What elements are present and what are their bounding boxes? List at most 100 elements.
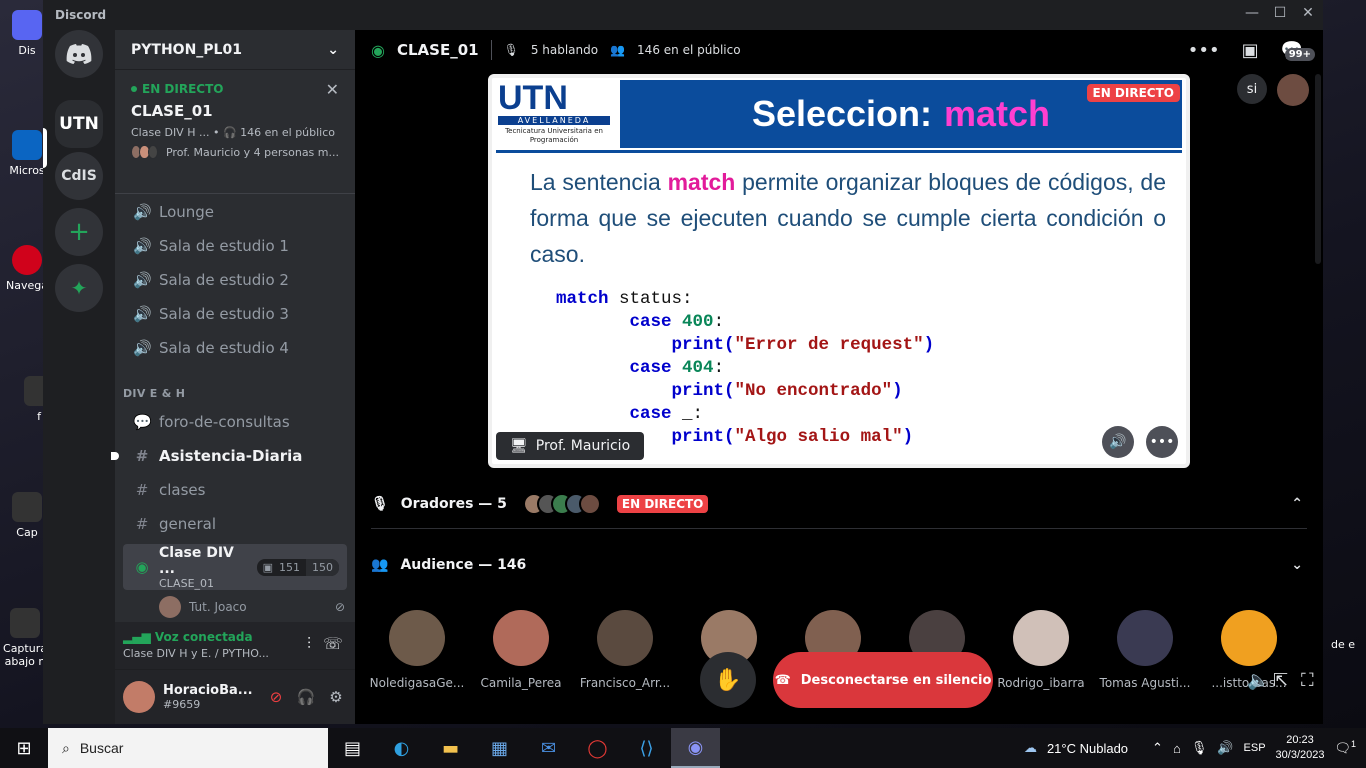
stage-live-tag: EN DIRECTO	[131, 82, 339, 96]
vscode-icon[interactable]: ⟨⟩	[622, 728, 671, 768]
audience-member[interactable]: Tomas Agusti...	[1093, 610, 1197, 690]
taskbar: ⊞ ⌕ Buscar ▤ ◐ ▬ ▦ ✉ ◯ ⟨⟩ ◉ ☁ 21°C Nublad…	[0, 728, 1366, 768]
audience-member[interactable]: Francisco_Arr...	[573, 610, 677, 690]
channel-sala-1[interactable]: 🔊 Sala de estudio 1	[123, 230, 347, 262]
add-server-button[interactable]: +	[55, 208, 103, 256]
audience-section-header[interactable]: 👥 Audience — 146 ⌄	[371, 545, 1307, 585]
discord-taskbar-icon[interactable]: ◉	[671, 728, 720, 768]
username: HoracioBa...	[163, 683, 253, 698]
utn-logo: UTN AVELLANEDA Tecnicatura Universitaria…	[492, 78, 616, 154]
speakers-section-header[interactable]: 🎙 Oradores — 5 EN DIRECTO ⌃	[371, 484, 1307, 524]
voice-connection-panel: ▂▄▆ Voz conectada Clase DIV H y E. / PYT…	[115, 622, 355, 670]
voice-status: ▂▄▆ Voz conectada	[123, 630, 253, 644]
stage-name: CLASE_01	[131, 102, 213, 120]
channel-foro-de-consultas[interactable]: 💬 foro-de-consultas	[123, 406, 347, 438]
si-button[interactable]: si	[1237, 74, 1267, 104]
channel-sidebar: PYTHON_PL01 ⌄ EN DIRECTO CLASE_01 Clase …	[111, 30, 355, 724]
avatar[interactable]	[123, 681, 155, 713]
inbox-icon[interactable]: ▣	[1242, 40, 1259, 61]
home-button[interactable]	[55, 30, 103, 78]
store-icon[interactable]: ▦	[475, 728, 524, 768]
notification-icon[interactable]: 🗨1	[1334, 739, 1356, 756]
mic-icon[interactable]: 🎙	[1191, 740, 1208, 756]
category-div-e-h[interactable]: DIV E & H	[123, 387, 185, 400]
stream-options-button[interactable]: •••	[1146, 426, 1178, 458]
lang-indicator[interactable]: ESP	[1244, 742, 1266, 754]
edge-icon[interactable]: ◐	[377, 728, 426, 768]
more-icon[interactable]: •••	[1188, 40, 1220, 61]
stage-icon: ◉	[135, 558, 149, 576]
opera-icon[interactable]: ◯	[573, 728, 622, 768]
server-cdis[interactable]: CdIS	[55, 152, 103, 200]
speaker-icon: 🔊	[133, 339, 152, 357]
channel-clase-div-active[interactable]: ◉ Clase DIV ... CLASE_01 ▣ 151 150	[123, 544, 347, 590]
speaker-icon: 🔊	[133, 237, 152, 255]
volume-icon[interactable]: 🔈	[1247, 670, 1269, 691]
audience-member[interactable]: Rodrigo_ibarra	[989, 610, 1093, 690]
channel-sala-4[interactable]: 🔊 Sala de estudio 4	[123, 332, 347, 364]
mic-muted-icon: ⊘	[334, 600, 345, 614]
speaker-icon: 🔊	[133, 203, 152, 221]
start-button[interactable]: ⊞	[0, 728, 48, 768]
disconnect-silently-button[interactable]: ☎ Desconectarse en silencio	[773, 652, 993, 708]
chevron-up-icon[interactable]: ⌃	[1152, 740, 1163, 756]
channel-sala-3[interactable]: 🔊 Sala de estudio 3	[123, 298, 347, 330]
compass-icon: ✦	[70, 276, 88, 300]
weather[interactable]: 21°C Nublado	[1047, 741, 1128, 756]
discord-window: Discord — ☐ ✕ UTN CdIS + ✦ PYTHON_PL01 ⌄…	[43, 0, 1323, 724]
slide-header: UTN AVELLANEDA Tecnicatura Universitaria…	[492, 78, 1186, 154]
channel-sala-2[interactable]: 🔊 Sala de estudio 2	[123, 264, 347, 296]
close-window-button[interactable]: ✕	[1301, 6, 1315, 20]
audience-member[interactable]: Camila_Perea	[469, 610, 573, 690]
explore-servers-button[interactable]: ✦	[55, 264, 103, 312]
avatar[interactable]	[1277, 74, 1309, 106]
guild-header[interactable]: PYTHON_PL01 ⌄	[115, 30, 355, 70]
user-tag: #9659	[163, 698, 201, 711]
chevron-down-icon[interactable]: ⌄	[1291, 557, 1303, 573]
chevron-up-icon[interactable]: ⌃	[1291, 496, 1303, 512]
fullscreen-icon[interactable]: ⛶	[1301, 670, 1314, 691]
windows-icon: ⊞	[16, 737, 32, 759]
maximize-button[interactable]: ☐	[1273, 6, 1287, 20]
taskbar-search[interactable]: ⌕ Buscar	[48, 728, 328, 768]
clock[interactable]: 20:23 30/3/2023	[1276, 733, 1325, 763]
volume-button[interactable]: 🔊	[1102, 426, 1134, 458]
channel-asistencia-diaria[interactable]: # Asistencia-Diaria	[123, 440, 347, 472]
gear-icon[interactable]: ⚙	[325, 688, 347, 706]
channel-clases[interactable]: # clases	[123, 474, 347, 506]
minimize-button[interactable]: —	[1245, 6, 1259, 20]
network-icon[interactable]: ⌂	[1173, 741, 1181, 756]
screen-share[interactable]: UTN AVELLANEDA Tecnicatura Universitaria…	[488, 74, 1190, 468]
cloud-icon: ☁	[1023, 740, 1037, 755]
volume-icon[interactable]: 🔊	[1217, 740, 1233, 756]
hash-icon: #	[135, 447, 149, 465]
disconnect-call-icon[interactable]: ☏	[323, 634, 343, 653]
mail-icon[interactable]: ✉	[524, 728, 573, 768]
server-utn[interactable]: UTN	[55, 100, 103, 148]
soundboard-icon[interactable]: ⫶	[307, 634, 311, 654]
voice-user-row[interactable]: Tut. Joaco ⊘	[159, 596, 345, 618]
forum-icon: 💬	[133, 413, 152, 431]
system-tray: ☁ 21°C Nublado ⌃ ⌂ 🎙 🔊 ESP 20:23 30/3/202…	[1024, 728, 1366, 768]
mic-muted-icon[interactable]: ⊘	[265, 688, 287, 706]
audience-member[interactable]: NoledigasaGe...	[365, 610, 469, 690]
stage-panel[interactable]: EN DIRECTO CLASE_01 Clase DIV H ... • 🎧 …	[115, 70, 355, 194]
raise-hand-button[interactable]: ✋	[700, 652, 756, 708]
voice-channel-link[interactable]: Clase DIV H y E. / PYTHO...	[123, 647, 347, 660]
scrollbar[interactable]	[1315, 74, 1321, 264]
chevron-down-icon: ⌄	[327, 41, 339, 58]
file-explorer-icon[interactable]: ▬	[426, 728, 475, 768]
popout-icon[interactable]: ⇱	[1273, 670, 1288, 691]
disconnect-call-icon: ☎	[774, 672, 791, 688]
hash-icon: #	[135, 515, 149, 533]
active-channel-label: Clase DIV ...	[159, 544, 234, 577]
search-icon: ⌕	[62, 739, 70, 756]
channel-lounge[interactable]: 🔊 Lounge	[123, 196, 347, 228]
headphones-icon[interactable]: 🎧	[295, 688, 317, 706]
close-icon[interactable]: ✕	[326, 80, 339, 99]
speaker-icon: 🔊	[1109, 434, 1127, 450]
task-view-icon[interactable]: ▤	[328, 728, 377, 768]
server-rail: UTN CdIS + ✦	[43, 30, 115, 724]
audience-count: 146 en el público	[637, 43, 741, 57]
channel-general[interactable]: # general	[123, 508, 347, 540]
